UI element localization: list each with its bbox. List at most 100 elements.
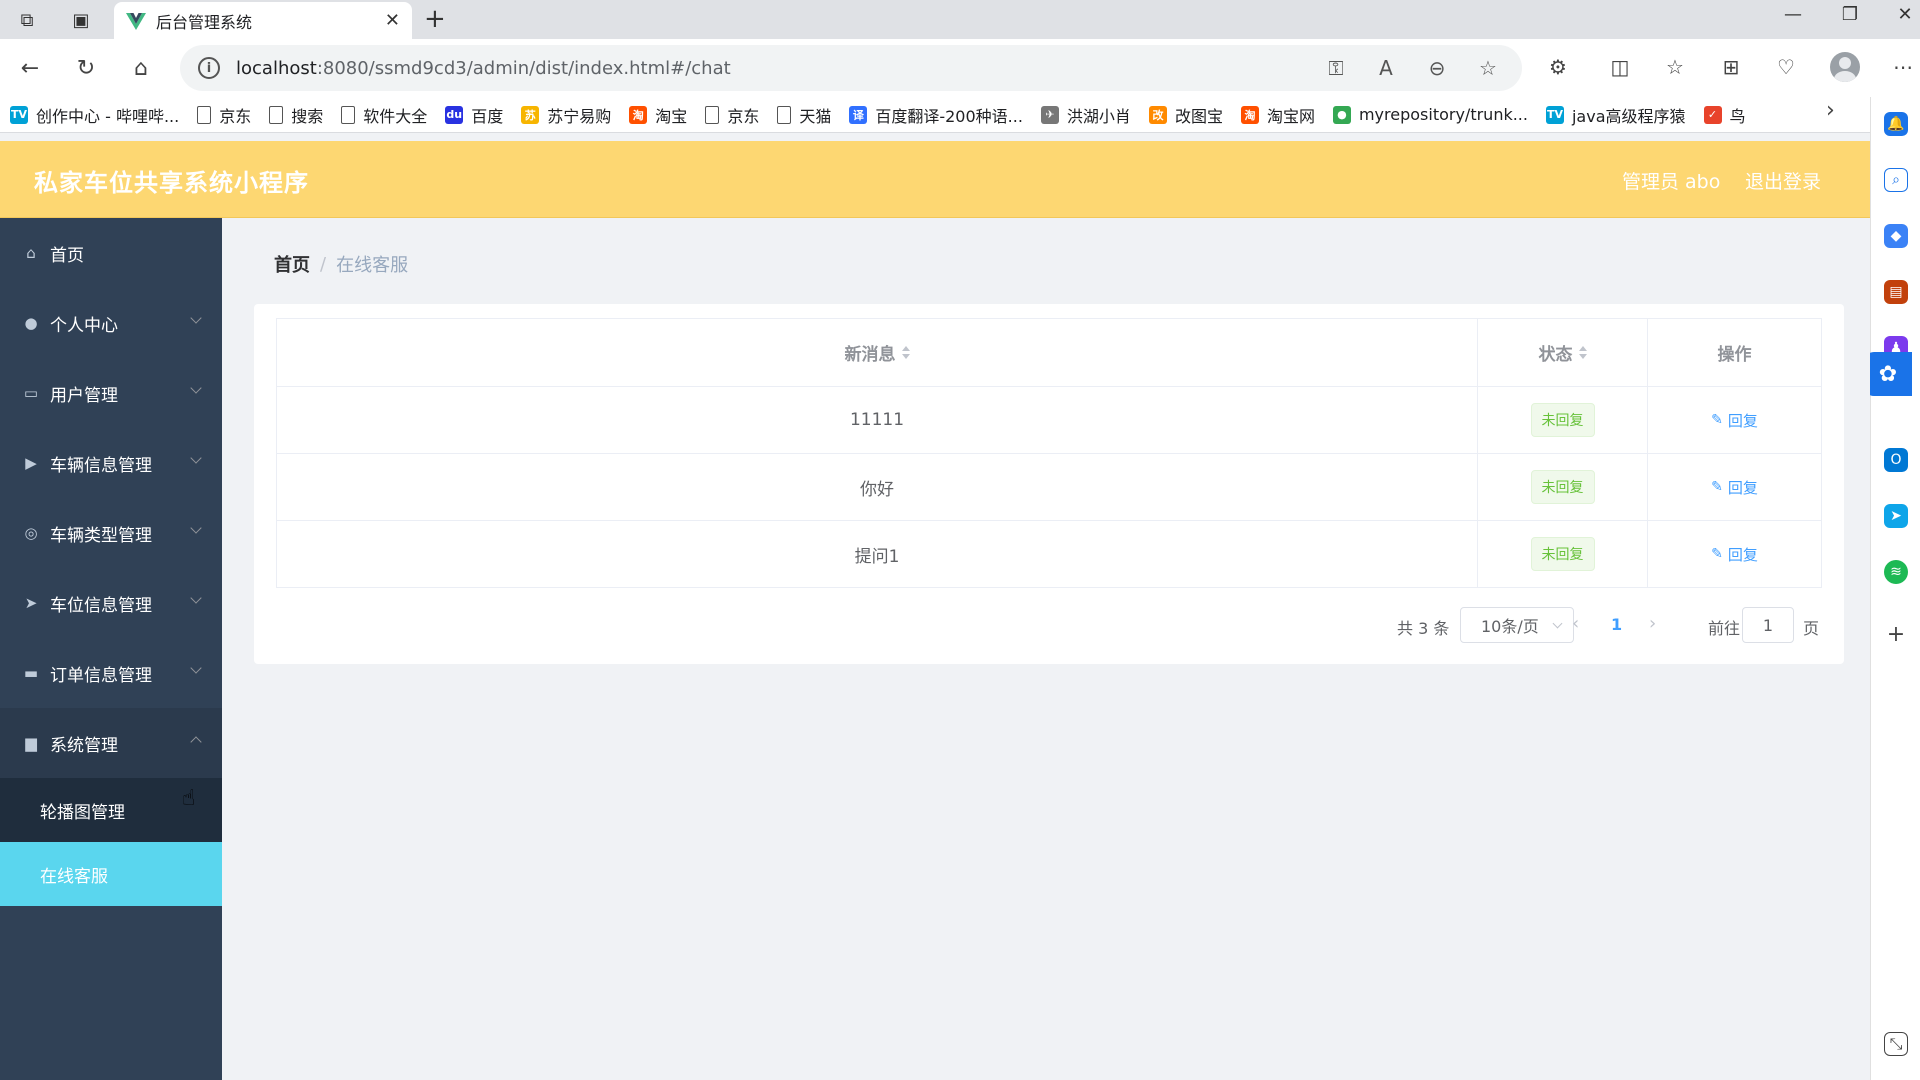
new-tab-icon[interactable]: + (424, 6, 446, 32)
collections-icon[interactable]: ⊞ (1716, 52, 1746, 82)
browser-essentials-icon[interactable]: ♡ (1771, 52, 1801, 82)
copilot-icon[interactable]: ✿ (1864, 352, 1912, 396)
bookmarks-overflow-icon[interactable]: › (1826, 98, 1835, 123)
status-badge: 未回复 (1530, 537, 1595, 571)
suning-icon: 苏 (521, 105, 540, 124)
sort-icon[interactable] (1578, 346, 1587, 359)
sidebar-item-parking-info[interactable]: ➤ 车位信息管理 (0, 568, 222, 638)
zoom-out-icon[interactable]: ⊖ (1424, 56, 1450, 80)
page-size-select[interactable]: 10条/页 (1460, 607, 1574, 643)
bookmark-item[interactable]: 软件大全 (341, 103, 427, 127)
extensions-icon[interactable]: ⚙ (1543, 52, 1573, 82)
pagination: 共 3 条 10条/页 ‹ 1 › 前往 页 (254, 607, 1844, 643)
bookmark-item[interactable]: 淘淘宝 (629, 103, 687, 127)
send-icon[interactable]: ➤ (1884, 504, 1908, 528)
sidebar-item-home[interactable]: ⌂ 首页 (0, 218, 222, 288)
notification-bell-icon[interactable]: 🔔 (1884, 112, 1908, 136)
site-info-icon[interactable]: i (198, 57, 220, 79)
bookmark-item[interactable]: 苏苏宁易购 (521, 103, 611, 127)
window-close-icon[interactable]: ✕ (1890, 4, 1920, 25)
tag-icon[interactable]: ◆ (1884, 224, 1908, 248)
reply-label: 回复 (1727, 545, 1758, 564)
bookmark-label: myrepository/trunk... (1358, 105, 1528, 124)
page-number-current[interactable]: 1 (1611, 615, 1622, 634)
goto-page-input[interactable] (1742, 607, 1794, 643)
url-box[interactable]: i localhost:8080/ssmd9cd3/admin/dist/ind… (180, 45, 1522, 91)
reload-icon[interactable]: ↻ (70, 52, 102, 84)
bookmark-item[interactable]: 淘淘宝网 (1240, 103, 1315, 127)
logout-button[interactable]: 退出登录 (1745, 167, 1821, 194)
favorite-star-icon[interactable]: ☆ (1475, 56, 1501, 80)
split-screen-icon[interactable]: ◫ (1605, 52, 1635, 82)
browser-tab[interactable]: 后台管理系统 ✕ (114, 2, 412, 39)
sidebar-item-vehicle-type[interactable]: ◎ 车辆类型管理 (0, 498, 222, 568)
sidebar-item-order-info[interactable]: ▬ 订单信息管理 (0, 638, 222, 708)
bookmark-item[interactable]: 搜索 (269, 103, 323, 127)
outlook-icon[interactable]: O (1884, 448, 1908, 472)
breadcrumb-current: 在线客服 (336, 255, 409, 276)
add-icon[interactable]: + (1884, 622, 1908, 647)
bookmark-item[interactable]: 天猫 (777, 103, 831, 127)
chevron-down-icon (190, 312, 202, 324)
bookmark-item[interactable]: 京东 (705, 103, 759, 127)
screenshot-icon[interactable]: ⤡ (1884, 1032, 1908, 1056)
app-title: 私家车位共享系统小程序 (34, 169, 309, 197)
sidebar-item-vehicle-info[interactable]: ▶ 车辆信息管理 (0, 428, 222, 498)
sort-icon[interactable] (901, 346, 910, 359)
home-icon[interactable]: ⌂ (125, 52, 157, 84)
printer-icon: ▬ (23, 664, 39, 682)
workspaces-icon[interactable]: ⧉ (14, 7, 40, 33)
sidebar-item-personal-center[interactable]: ● 个人中心 (0, 288, 222, 358)
message-cell: 提问1 (277, 521, 1478, 587)
next-page-icon[interactable]: › (1649, 613, 1656, 634)
page-icon (341, 105, 356, 124)
read-aloud-icon[interactable]: A (1373, 56, 1399, 80)
bookmark-item[interactable]: 京东 (197, 103, 251, 127)
tab-actions-icon[interactable]: ▣ (68, 7, 94, 33)
minimize-icon[interactable]: — (1778, 4, 1808, 25)
home-icon: ⌂ (26, 244, 36, 262)
column-header-action: 操作 (1648, 319, 1821, 386)
bookmark-item[interactable]: du 百度 (445, 103, 503, 127)
chevron-down-icon (1552, 618, 1563, 629)
spotify-icon[interactable]: ≋ (1884, 560, 1908, 584)
bilibili-icon: TV (1545, 105, 1564, 124)
breadcrumb-home[interactable]: 首页 (274, 251, 310, 277)
close-tab-icon[interactable]: ✕ (385, 10, 400, 31)
chevron-down-icon (190, 382, 202, 394)
more-menu-icon[interactable]: ⋯ (1888, 52, 1918, 82)
profile-avatar-icon[interactable] (1830, 52, 1860, 82)
tools-icon[interactable]: ▤ (1884, 280, 1908, 304)
back-icon[interactable]: ← (14, 52, 46, 84)
bookmark-item[interactable]: TV java高级程序猿 (1545, 103, 1686, 127)
column-header-label: 状态 (1538, 345, 1573, 365)
status-cell: 未回复 (1478, 521, 1648, 587)
status-cell: 未回复 (1478, 454, 1648, 520)
prev-page-icon[interactable]: ‹ (1572, 613, 1579, 634)
wing-icon: ✈ (1040, 105, 1059, 124)
reply-button[interactable]: ✎ 回复 (1711, 544, 1758, 565)
message-cell: 11111 (277, 387, 1478, 453)
favorites-icon[interactable]: ☆ (1660, 52, 1690, 82)
sidebar-item-label: 首页 (50, 245, 84, 266)
bookmark-label: 天猫 (799, 106, 832, 126)
sidebar-empty-area (0, 906, 222, 1080)
column-header-message[interactable]: 新消息 (277, 319, 1478, 386)
column-header-status[interactable]: 状态 (1478, 319, 1648, 386)
search-icon[interactable]: ⌕ (1884, 168, 1908, 192)
sidebar-subitem-online-service[interactable]: 在线客服 (0, 842, 222, 906)
suitcase-icon: ▆ (25, 734, 37, 752)
restore-icon[interactable]: ❐ (1835, 4, 1865, 25)
bookmark-item[interactable]: ● myrepository/trunk... (1332, 105, 1528, 124)
bookmark-item[interactable]: 译百度翻译-200种语... (849, 103, 1023, 127)
sidebar-item-user-management[interactable]: ▭ 用户管理 (0, 358, 222, 428)
reply-button[interactable]: ✎ 回复 (1711, 410, 1758, 431)
bookmark-item[interactable]: ✈ 洪湖小肖 (1040, 103, 1131, 127)
key-icon[interactable]: ⚿ (1323, 56, 1349, 80)
bookmark-item[interactable]: ✓ 鸟 (1703, 103, 1746, 127)
edit-icon: ✎ (1711, 479, 1723, 495)
bookmark-item[interactable]: 改改图宝 (1148, 103, 1223, 127)
sidebar-item-system-management[interactable]: ▆ 系统管理 (0, 708, 222, 778)
bookmark-item[interactable]: TV 创作中心 - 哔哩哔... (10, 103, 179, 127)
reply-button[interactable]: ✎ 回复 (1711, 477, 1758, 498)
